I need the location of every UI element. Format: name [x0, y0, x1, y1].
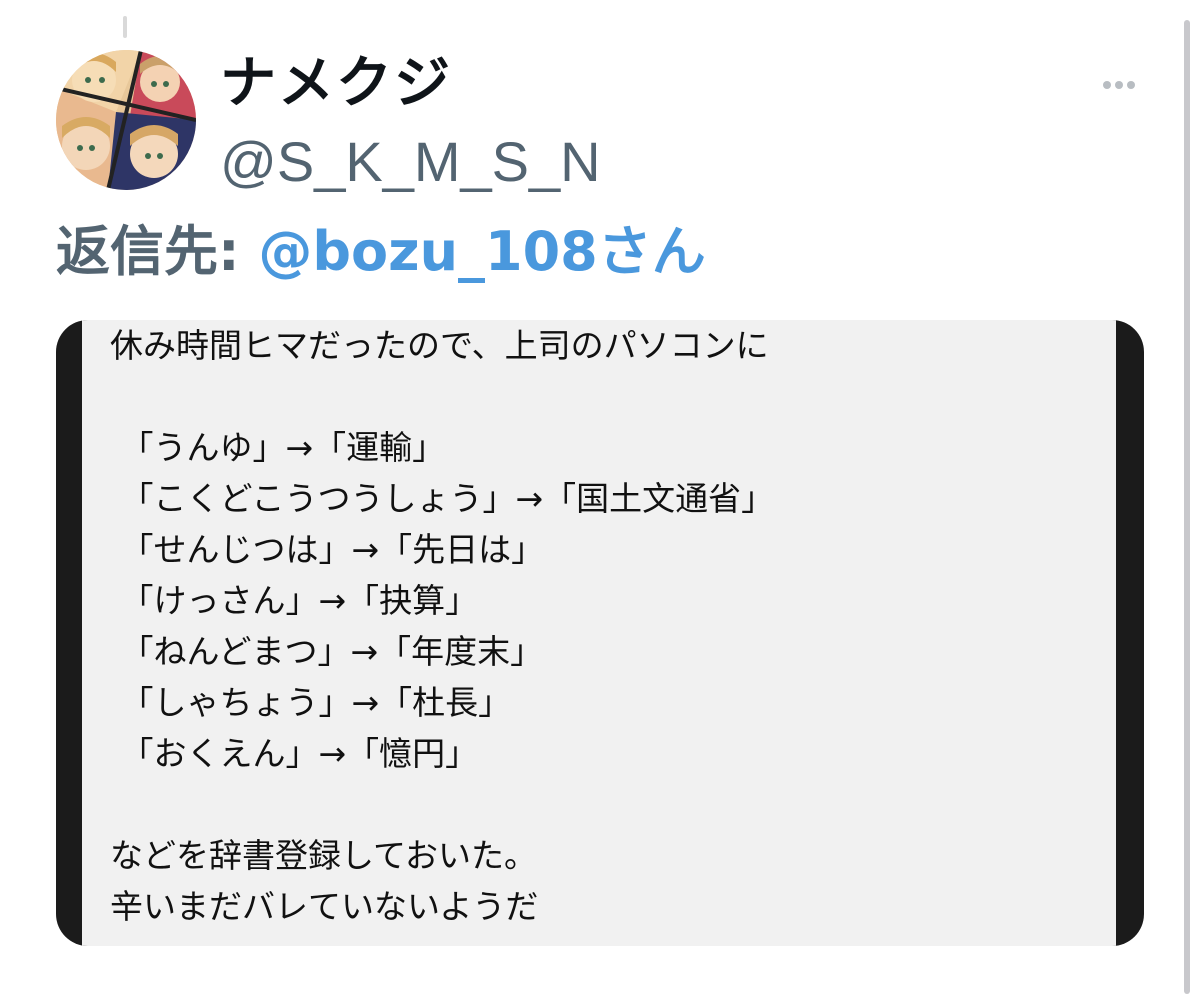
image-text-line: 「こくどこうつうしょう」→「国土文通省」 — [110, 479, 775, 518]
avatar-image — [56, 50, 196, 190]
image-text-line: 休み時間ヒマだったので、上司のパソコンに — [110, 326, 769, 365]
more-options-button[interactable] — [1094, 70, 1144, 100]
thread-connector — [123, 16, 127, 38]
user-handle[interactable]: @S_K_M_S_N — [220, 124, 601, 200]
image-text-line: 「おくえん」→「憶円」 — [110, 734, 479, 773]
image-text-line: 「せんじつは」→「先日は」 — [110, 530, 545, 569]
reply-target-link[interactable]: @bozu_108さん — [258, 220, 705, 283]
image-text-line: 「しゃちょう」→「杜長」 — [110, 683, 512, 722]
image-text-line — [110, 779, 774, 830]
scrollbar[interactable] — [1184, 20, 1190, 994]
tweet-image[interactable]: 休み時間ヒマだったので、上司のパソコンに 「うんゆ」→「運輸」 「こくどこうつう… — [56, 320, 1144, 946]
reply-label: 返信先: — [56, 220, 259, 283]
image-text-line: 辛いまだバレていないようだ — [110, 887, 539, 926]
image-text-line: 「けっさん」→「抉算」 — [110, 581, 479, 620]
tweet-detail: ナメクジ @S_K_M_S_N 返信先: @bozu_108さん 休み時間ヒマだ… — [0, 0, 1200, 994]
image-text-line — [110, 371, 774, 422]
image-text-line: 「うんゆ」→「運輸」 — [110, 428, 446, 467]
avatar[interactable] — [56, 50, 196, 190]
display-name[interactable]: ナメクジ — [220, 44, 452, 124]
reply-context: 返信先: @bozu_108さん — [56, 214, 706, 290]
image-content: 休み時間ヒマだったので、上司のパソコンに 「うんゆ」→「運輸」 「こくどこうつう… — [82, 320, 1116, 946]
more-horizontal-icon — [1103, 81, 1111, 89]
image-text-line: などを辞書登録しておいた。 — [110, 836, 538, 875]
image-text-line: 「ねんどまつ」→「年度末」 — [110, 632, 544, 671]
image-text-block: 休み時間ヒマだったので、上司のパソコンに 「うんゆ」→「運輸」 「こくどこうつう… — [110, 320, 774, 932]
more-horizontal-icon-dot — [1115, 81, 1123, 89]
more-horizontal-icon-dot — [1127, 81, 1135, 89]
